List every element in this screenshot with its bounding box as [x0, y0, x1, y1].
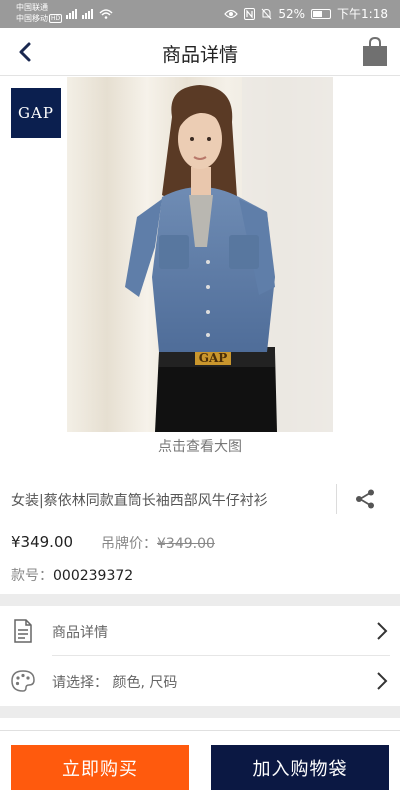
chevron-right-icon	[377, 622, 388, 640]
chevron-right-icon	[377, 672, 388, 690]
nfc-icon	[244, 8, 256, 20]
tag-price-value: ¥349.00	[157, 536, 215, 552]
style-number-value: 000239372	[53, 568, 134, 584]
style-number-label: 款号：	[11, 568, 53, 584]
carrier-1: 中国联通	[16, 3, 48, 12]
product-title: 女装|蔡依林同款直筒长袖西部风牛仔衬衫	[11, 493, 268, 509]
row-select-options[interactable]: 请选择： 颜色, 尺码	[0, 656, 400, 706]
carrier-info: 中国联通 中国移动 HD	[16, 2, 63, 24]
title-divider	[336, 484, 337, 514]
row-label-details: 商品详情	[52, 625, 108, 641]
status-right: 52% 下午1:18	[224, 6, 388, 22]
section-gap	[0, 594, 400, 606]
add-to-bag-button[interactable]: 加入购物袋	[211, 745, 389, 790]
product-price: ¥349.00	[11, 533, 74, 551]
palette-icon	[11, 670, 35, 692]
row-product-details[interactable]: 商品详情	[0, 606, 400, 656]
battery-percent: 52%	[278, 7, 306, 21]
row-label-select: 请选择： 颜色, 尺码	[52, 675, 178, 691]
status-bar: 中国联通 中国移动 HD 52% 下午1:18	[0, 0, 400, 28]
section-gap	[0, 706, 400, 718]
view-large-link[interactable]: 点击查看大图	[0, 436, 400, 456]
shopping-bag-icon	[363, 36, 387, 66]
tag-price-label: 吊牌价：	[101, 536, 157, 552]
eye-icon	[224, 9, 239, 19]
product-image[interactable]: GAP	[67, 77, 333, 432]
signal-icon	[66, 7, 114, 23]
tag-price: 吊牌价：¥349.00	[101, 533, 215, 553]
buy-now-button[interactable]: 立即购买	[11, 745, 189, 790]
hd-badge: HD	[49, 14, 63, 23]
mute-bell-icon	[262, 8, 272, 20]
clock: 下午1:18	[337, 7, 388, 21]
carrier-2: 中国移动	[16, 14, 48, 23]
document-icon	[14, 619, 32, 643]
share-icon	[356, 489, 374, 509]
brand-logo[interactable]: GAP	[11, 88, 61, 138]
nav-bar: 商品详情	[0, 28, 400, 76]
battery-icon	[311, 9, 332, 19]
belt-buckle-text: GAP	[199, 351, 228, 365]
page-title: 商品详情	[161, 44, 238, 66]
style-number: 款号：000239372	[11, 565, 133, 585]
shopping-bag-button[interactable]	[362, 36, 388, 67]
share-button[interactable]	[354, 488, 376, 510]
bottom-action-bar: 立即购买 加入购物袋	[0, 730, 400, 800]
